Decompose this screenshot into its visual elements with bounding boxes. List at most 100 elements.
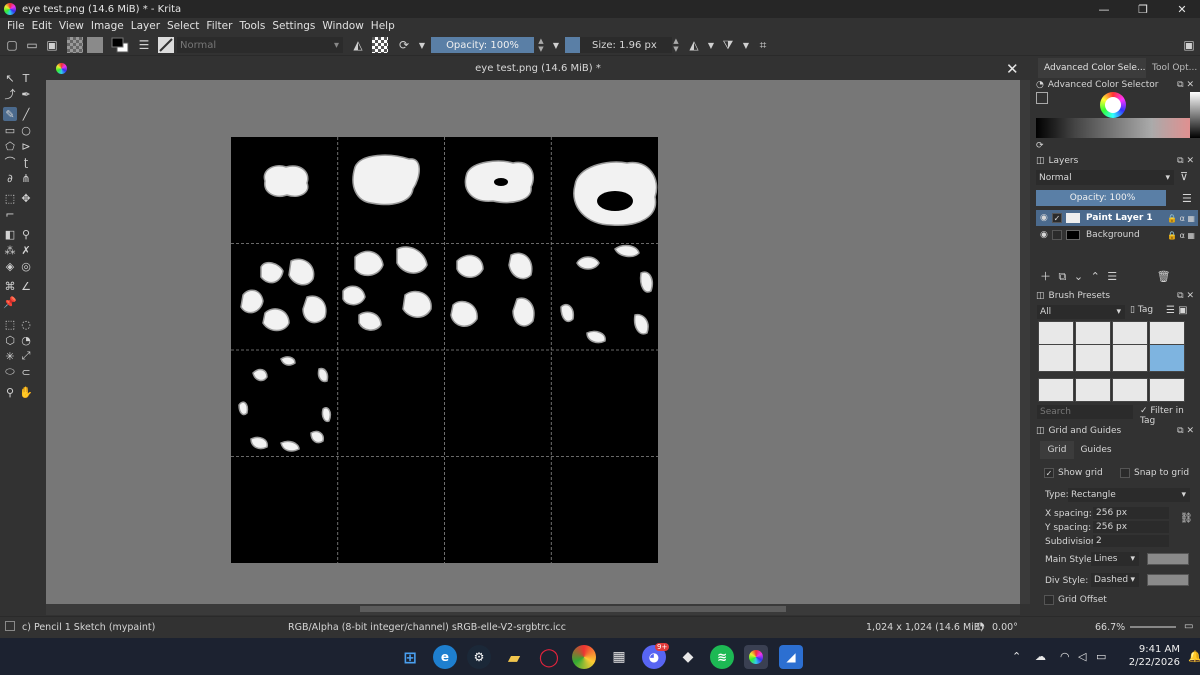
brush-preset-tile[interactable] xyxy=(1038,378,1074,402)
scroll-thumb[interactable] xyxy=(360,606,786,612)
multibrush-icon[interactable]: ⋔ xyxy=(19,171,33,185)
brush-preset-icon[interactable] xyxy=(158,37,174,53)
color-history-strip[interactable] xyxy=(1036,118,1190,138)
bezier-tool-icon[interactable]: ⌒ xyxy=(3,155,17,169)
brush-preset-tile[interactable] xyxy=(1149,378,1185,402)
text-tool-icon[interactable]: T xyxy=(19,71,33,85)
layer-lock-alpha-icon[interactable]: 🔒 α ▦ xyxy=(1167,231,1195,240)
enclose-fill-icon[interactable]: ◎ xyxy=(19,259,33,273)
crop-tool-icon[interactable]: ⌐ xyxy=(3,207,17,221)
edit-shapes-icon[interactable]: ⤴ xyxy=(3,87,17,101)
line-tool-icon[interactable]: ╱ xyxy=(19,107,33,121)
outline-select-icon[interactable]: ◔ xyxy=(19,333,33,347)
snap-to-grid-checkbox[interactable]: Snap to grid xyxy=(1120,468,1189,478)
brush-view-icons[interactable]: ☰ ▣ xyxy=(1166,305,1188,316)
menu-filter[interactable]: Filter xyxy=(206,20,232,32)
size-slider[interactable]: Size: 1.96 px xyxy=(580,37,672,53)
color-picker-icon[interactable]: ⚲ xyxy=(19,227,33,241)
tag-button[interactable]: ▯ Tag xyxy=(1130,305,1153,315)
grid-type-dropdown[interactable]: Rectangle ▾ xyxy=(1068,488,1190,502)
tab-grid[interactable]: Grid xyxy=(1040,441,1074,459)
color-lightness-strip[interactable] xyxy=(1190,92,1200,138)
opacity-spin-icon[interactable]: ▲ ▼ xyxy=(537,37,545,53)
open-document-icon[interactable]: ▭ xyxy=(24,37,40,53)
menu-settings[interactable]: Settings xyxy=(272,20,315,32)
duplicate-layer-icon[interactable]: ⧉ xyxy=(1059,270,1067,283)
filter-in-tag-checkbox[interactable]: ✓ Filter in Tag xyxy=(1140,406,1200,426)
tab-guides[interactable]: Guides xyxy=(1076,441,1116,459)
close-document-button[interactable]: ✕ xyxy=(1006,60,1019,78)
file-explorer-icon[interactable]: ▰ xyxy=(502,645,526,669)
color-selector-settings-icon[interactable] xyxy=(1036,92,1048,104)
refresh-icon[interactable]: ⟳ xyxy=(1036,141,1044,151)
pan-tool-icon[interactable]: ✋ xyxy=(19,385,33,399)
menu-image[interactable]: Image xyxy=(91,20,124,32)
chevron-down-icon[interactable]: ▼ xyxy=(703,37,719,53)
microsoft-store-icon[interactable]: ▦ xyxy=(607,645,631,669)
grid-offset-checkbox[interactable]: Grid Offset xyxy=(1044,595,1107,605)
brush-preset-tile[interactable] xyxy=(1112,378,1148,402)
menu-file[interactable]: File xyxy=(7,20,25,32)
size-slider-fill[interactable] xyxy=(565,37,581,53)
rectangle-tool-icon[interactable]: ▭ xyxy=(3,123,17,137)
zoom-tool-icon[interactable]: ⚲ xyxy=(3,385,17,399)
fg-bg-color-icon[interactable] xyxy=(111,37,129,53)
x-spacing-input[interactable]: 256 px xyxy=(1093,507,1169,519)
menu-help[interactable]: Help xyxy=(371,20,395,32)
add-layer-icon[interactable]: ＋ xyxy=(1040,270,1051,283)
layer-lock-alpha-icon[interactable]: 🔒 α ▦ xyxy=(1167,214,1195,223)
gradient-selector[interactable] xyxy=(67,37,83,53)
brush-preset-tile[interactable] xyxy=(1112,344,1148,372)
save-icon[interactable]: ▣ xyxy=(44,37,60,53)
transform-tool-icon[interactable]: ⬚ xyxy=(3,191,17,205)
brush-preset-tile[interactable] xyxy=(1038,344,1074,372)
krita-taskbar-icon[interactable] xyxy=(744,645,768,669)
polyline-tool-icon[interactable]: ⊳ xyxy=(19,139,33,153)
document-tab-title[interactable]: eye test.png (14.6 MiB) * xyxy=(46,63,1030,74)
visibility-eye-icon[interactable]: ◉ xyxy=(1040,230,1052,240)
steam-icon[interactable]: ⚙ xyxy=(467,645,491,669)
layer-checkbox[interactable] xyxy=(1052,230,1062,240)
opera-gx-icon[interactable]: ◯ xyxy=(537,645,561,669)
brush-preset-tile[interactable] xyxy=(1075,378,1111,402)
menu-layer[interactable]: Layer xyxy=(131,20,160,32)
photos-icon[interactable]: ◢ xyxy=(779,645,803,669)
notification-bell-icon[interactable]: 🔔 xyxy=(1188,650,1200,663)
move-tool-icon[interactable]: ✥ xyxy=(19,191,33,205)
maximize-button[interactable]: ❐ xyxy=(1125,0,1161,18)
chevron-down-icon[interactable]: ▼ xyxy=(414,37,430,53)
edge-browser-icon[interactable]: e xyxy=(433,645,457,669)
rect-select-icon[interactable]: ⬚ xyxy=(3,317,17,331)
document-image[interactable] xyxy=(231,137,658,563)
menu-tools[interactable]: Tools xyxy=(239,20,265,32)
chevron-down-icon[interactable]: ▼ xyxy=(738,37,754,53)
zoom-slider[interactable] xyxy=(1130,626,1176,628)
color-wheel[interactable] xyxy=(1100,92,1126,118)
div-style-dropdown[interactable]: Dashed ▾ xyxy=(1091,573,1139,587)
brush-preset-tile[interactable] xyxy=(1075,344,1111,372)
layer-checkbox[interactable]: ✓ xyxy=(1052,213,1062,223)
rotate-canvas-icon[interactable]: ◔ xyxy=(976,621,985,632)
contiguous-select-icon[interactable]: ✳ xyxy=(3,349,17,363)
visibility-eye-icon[interactable]: ◉ xyxy=(1040,213,1052,223)
panel-float-close-icon[interactable]: ⧉ ✕ xyxy=(1177,156,1194,166)
chevron-down-icon[interactable]: ▼ xyxy=(548,37,564,53)
ellipse-select-icon[interactable]: ◌ xyxy=(19,317,33,331)
delete-layer-icon[interactable]: 🗑 xyxy=(1157,270,1171,283)
layer-menu-icon[interactable]: ☰ xyxy=(1182,192,1192,205)
eraser-mode-icon[interactable]: ◭ xyxy=(350,37,366,53)
link-spacing-icon[interactable]: ⛓ xyxy=(1180,513,1193,524)
workspace-chooser-icon[interactable]: ▣ xyxy=(1181,37,1197,53)
preserve-alpha-icon[interactable] xyxy=(372,37,388,53)
pattern-selector[interactable] xyxy=(87,37,103,53)
colorize-mask-icon[interactable]: ⁂ xyxy=(3,243,17,257)
menu-view[interactable]: View xyxy=(59,20,84,32)
subdivision-input[interactable]: 2 xyxy=(1093,535,1169,547)
polygon-tool-icon[interactable]: ⬠ xyxy=(3,139,17,153)
wrap-around-icon[interactable]: ⌗ xyxy=(755,37,771,53)
fill-tool-icon[interactable]: ◈ xyxy=(3,259,17,273)
ellipse-tool-icon[interactable]: ○ xyxy=(19,123,33,137)
mirror-horizontal-icon[interactable]: ◭ xyxy=(686,37,702,53)
layer-blend-mode-dropdown[interactable]: Normal ▾ xyxy=(1036,170,1174,185)
onedrive-icon[interactable]: ☁ xyxy=(1035,650,1046,663)
